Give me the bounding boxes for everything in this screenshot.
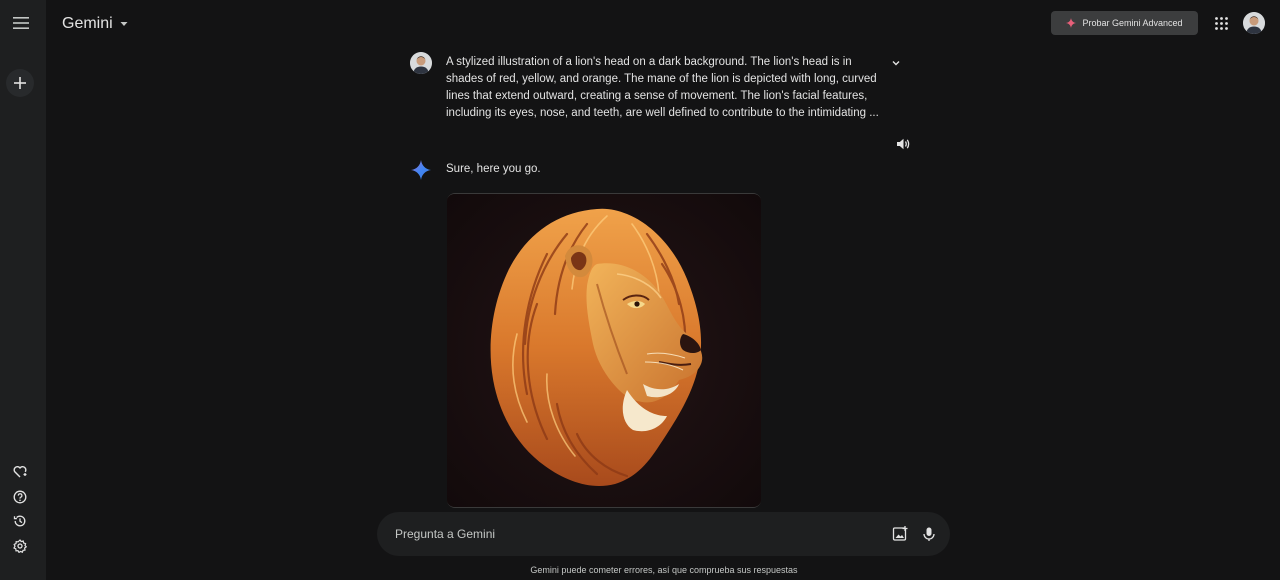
prompt-input[interactable]	[395, 527, 865, 541]
try-gemini-advanced-button[interactable]: Probar Gemini Advanced	[1051, 11, 1198, 35]
activity-history-icon[interactable]	[10, 511, 30, 531]
speaker-listen-icon[interactable]	[894, 135, 911, 152]
chevron-down-icon	[120, 22, 128, 26]
gemini-spark-icon	[1066, 18, 1077, 28]
settings-gear-icon[interactable]	[10, 536, 30, 556]
gemini-spark-icon	[411, 160, 431, 180]
account-avatar[interactable]	[1243, 12, 1265, 34]
app-title: Gemini	[62, 15, 113, 32]
model-selector[interactable]: Gemini	[62, 13, 129, 35]
user-avatar	[410, 52, 432, 74]
generated-lion-image[interactable]	[447, 193, 761, 508]
add-image-icon[interactable]	[891, 524, 910, 543]
advanced-label: Probar Gemini Advanced	[1082, 18, 1183, 28]
prompt-input-bar	[377, 512, 950, 556]
new-chat-plus-icon[interactable]	[6, 69, 34, 97]
disclaimer-text: Gemini puede cometer errores, así que co…	[530, 565, 798, 575]
gem-manager-icon[interactable]	[10, 462, 30, 482]
help-icon[interactable]	[10, 487, 30, 507]
user-prompt-text: A stylized illustration of a lion's head…	[446, 56, 879, 119]
expand-prompt-chevron-icon[interactable]	[889, 56, 903, 70]
google-apps-icon[interactable]	[1212, 14, 1230, 32]
microphone-icon[interactable]	[919, 524, 938, 543]
menu-icon[interactable]	[7, 9, 35, 37]
gemini-reply-text: Sure, here you go.	[446, 163, 541, 175]
